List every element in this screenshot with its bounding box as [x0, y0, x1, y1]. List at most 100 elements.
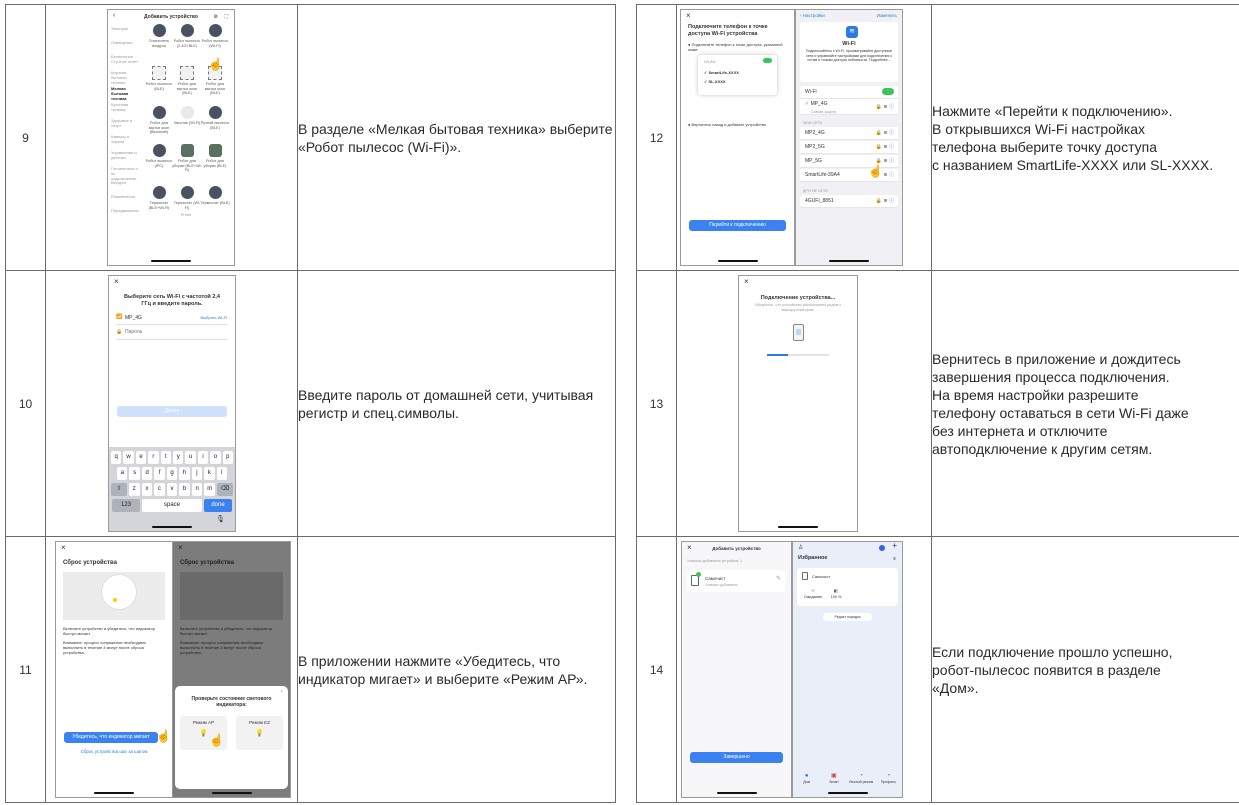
category-item[interactable]: Вендинг [111, 180, 141, 185]
key-s[interactable]: s [129, 467, 140, 480]
key-f[interactable]: f [154, 467, 165, 480]
key-z[interactable]: z [128, 483, 140, 496]
go-to-connect-button[interactable]: Перейти к подключению [689, 220, 786, 231]
product-tile[interactable]: Робот для мытья окон (BLE) [172, 66, 202, 96]
lock-wifi-info-icon[interactable]: 🔒 ≋ ⓘ [876, 141, 894, 154]
category-item[interactable]: Мелкая бытовая техника [111, 86, 141, 101]
key-t[interactable]: t [160, 451, 171, 464]
wifi-toggle[interactable] [882, 86, 894, 99]
settings-back-link[interactable]: ‹ Настройки [800, 13, 825, 19]
tab-item[interactable]: ▣ Smart [822, 773, 846, 789]
space-key[interactable]: space [142, 499, 202, 512]
key-h[interactable]: h [179, 467, 190, 480]
lock-wifi-info-icon[interactable]: 🔒 ≋ ⓘ [876, 103, 894, 111]
network-row[interactable]: MP2_4G 🔒 ≋ ⓘ [800, 127, 898, 140]
network-row[interactable]: MP_5G 🔒 ≋ ⓘ [800, 155, 898, 168]
scan-icon[interactable]: ⛶ [224, 14, 228, 20]
category-item[interactable]: Здоровье и спорт [111, 118, 141, 128]
lock-wifi-info-icon[interactable]: 🔒 ≋ ⓘ [876, 195, 894, 208]
network-row[interactable]: MP2_5G 🔒 ≋ ⓘ [800, 141, 898, 154]
category-item[interactable]: Передвижение [111, 208, 141, 213]
close-icon[interactable]: × [114, 278, 119, 286]
category-item[interactable]: Бесплатное Стр.и ве.отнет [111, 54, 141, 64]
key-j[interactable]: j [191, 467, 203, 480]
close-icon[interactable]: × [744, 278, 749, 286]
category-item[interactable]: Кухонная техника [111, 102, 141, 112]
assistant-icon[interactable] [879, 545, 885, 551]
key-m[interactable]: m [204, 483, 216, 496]
microphone-icon[interactable]: 🎙 [216, 516, 225, 523]
edit-icon[interactable]: ✎ [776, 576, 781, 582]
choose-wifi-link[interactable]: Выбрать Wi-Fi [200, 315, 227, 321]
key-l[interactable]: l [216, 467, 227, 480]
category-item[interactable]: Электрик [111, 26, 141, 31]
other-network-row[interactable]: 4GUFI_8851 🔒 ≋ ⓘ [800, 195, 898, 208]
key-y[interactable]: y [173, 451, 184, 464]
key-d[interactable]: d [141, 467, 153, 480]
key-r[interactable]: r [148, 451, 159, 464]
add-icon[interactable]: + [892, 542, 897, 550]
product-tile[interactable]: Робот для мытья окон (Bluetooth) [144, 106, 174, 135]
category-item[interactable]: Крупная бытовая техника [111, 70, 141, 85]
done-button[interactable]: Завершено [690, 752, 783, 763]
product-tile[interactable]: Робот для уборки (BLE+Wi-Fi) [172, 144, 202, 173]
key-x[interactable]: x [141, 483, 153, 496]
product-tile[interactable]: Термостат (BLE) [200, 186, 230, 206]
key-w[interactable]: w [123, 451, 134, 464]
key-b[interactable]: b [179, 483, 190, 496]
delete-key[interactable]: ⌫ [217, 483, 233, 496]
tab-item[interactable]: ◔ Личный режим [849, 773, 873, 789]
settings-icon[interactable]: ⚙ [214, 14, 218, 20]
menu-icon[interactable]: ≡ [893, 556, 896, 562]
tab-item[interactable]: ● Дом [795, 773, 819, 789]
sheet-close-icon[interactable]: × [280, 689, 283, 695]
lock-wifi-info-icon[interactable]: 🔒 ≋ ⓘ [876, 127, 894, 140]
next-button[interactable]: Далее [117, 406, 227, 417]
confirm-blinking-button[interactable]: Убедитесь, что индикатор мигает [64, 732, 158, 743]
product-tile[interactable]: Термостат (Wi-Fi) [172, 186, 202, 210]
product-tile[interactable]: Ручной пылесос (BLE) [200, 106, 230, 130]
numbers-key[interactable]: 123 [112, 499, 140, 512]
profile-icon[interactable]: ♙ [798, 545, 803, 551]
key-c[interactable]: c [154, 483, 165, 496]
key-q[interactable]: q [110, 451, 122, 464]
product-tile[interactable]: Робот пылесос (2.4G+BLE) [172, 24, 202, 48]
product-tile[interactable]: Хвостик (Wi-Fi) [172, 106, 202, 126]
key-p[interactable]: p [222, 451, 234, 464]
key-i[interactable]: i [197, 451, 209, 464]
category-item[interactable]: Управление и датчики [111, 150, 141, 160]
edit-order-button[interactable]: Редакт порядок [823, 613, 872, 621]
category-item[interactable]: Камеры и охрана [111, 134, 141, 144]
category-item[interactable]: Освещение [111, 40, 141, 45]
key-o[interactable]: o [210, 451, 221, 464]
key-n[interactable]: n [191, 483, 203, 496]
tab-item[interactable]: ◔ Профиль [876, 773, 900, 789]
category-item[interactable]: Развлечения [111, 194, 141, 199]
product-tile[interactable]: Робот пылесос (IPC) [144, 144, 174, 168]
close-icon[interactable]: × [178, 544, 183, 552]
key-a[interactable]: a [117, 467, 128, 480]
done-key[interactable]: done [204, 499, 232, 512]
mode-ez-option[interactable]: Режим EZ 💡 [236, 716, 283, 750]
product-tile[interactable]: Робот пылесос (Wi-Fi) [200, 24, 230, 48]
close-icon[interactable]: × [686, 12, 691, 20]
close-icon[interactable]: × [61, 544, 66, 552]
edit-link[interactable]: Изменить [877, 13, 897, 19]
product-tile[interactable]: Очиститель воздуха [144, 24, 174, 48]
device-card[interactable]: Самочист ⚇ Ожидание ▮▯ 100 % [797, 568, 898, 606]
network-row[interactable]: SmartLife-39A4 ≋ ⓘ [800, 169, 898, 182]
key-g[interactable]: g [166, 467, 178, 480]
key-u[interactable]: u [185, 451, 196, 464]
reset-guide-link[interactable]: Сброс устройства шаг за шагом [56, 749, 172, 755]
wifi-toggle-row[interactable]: Wi-Fi [800, 86, 898, 99]
product-tile[interactable]: Термостат (BLE+Wi-Fi) [144, 186, 174, 210]
current-network-row[interactable]: ✓ MP_4G Слабая защита 🔒 ≋ ⓘ [800, 99, 898, 115]
key-k[interactable]: k [204, 467, 215, 480]
key-v[interactable]: v [166, 483, 178, 496]
lock-wifi-info-icon[interactable]: ≋ ⓘ [883, 169, 894, 182]
product-tile[interactable]: Робот пылесос (BLE) [144, 66, 174, 91]
shift-key[interactable]: ⇧ [111, 483, 127, 496]
product-tile[interactable]: Робот для уборки (BLE) [200, 144, 230, 168]
password-input[interactable] [125, 327, 215, 336]
key-e[interactable]: e [135, 451, 147, 464]
